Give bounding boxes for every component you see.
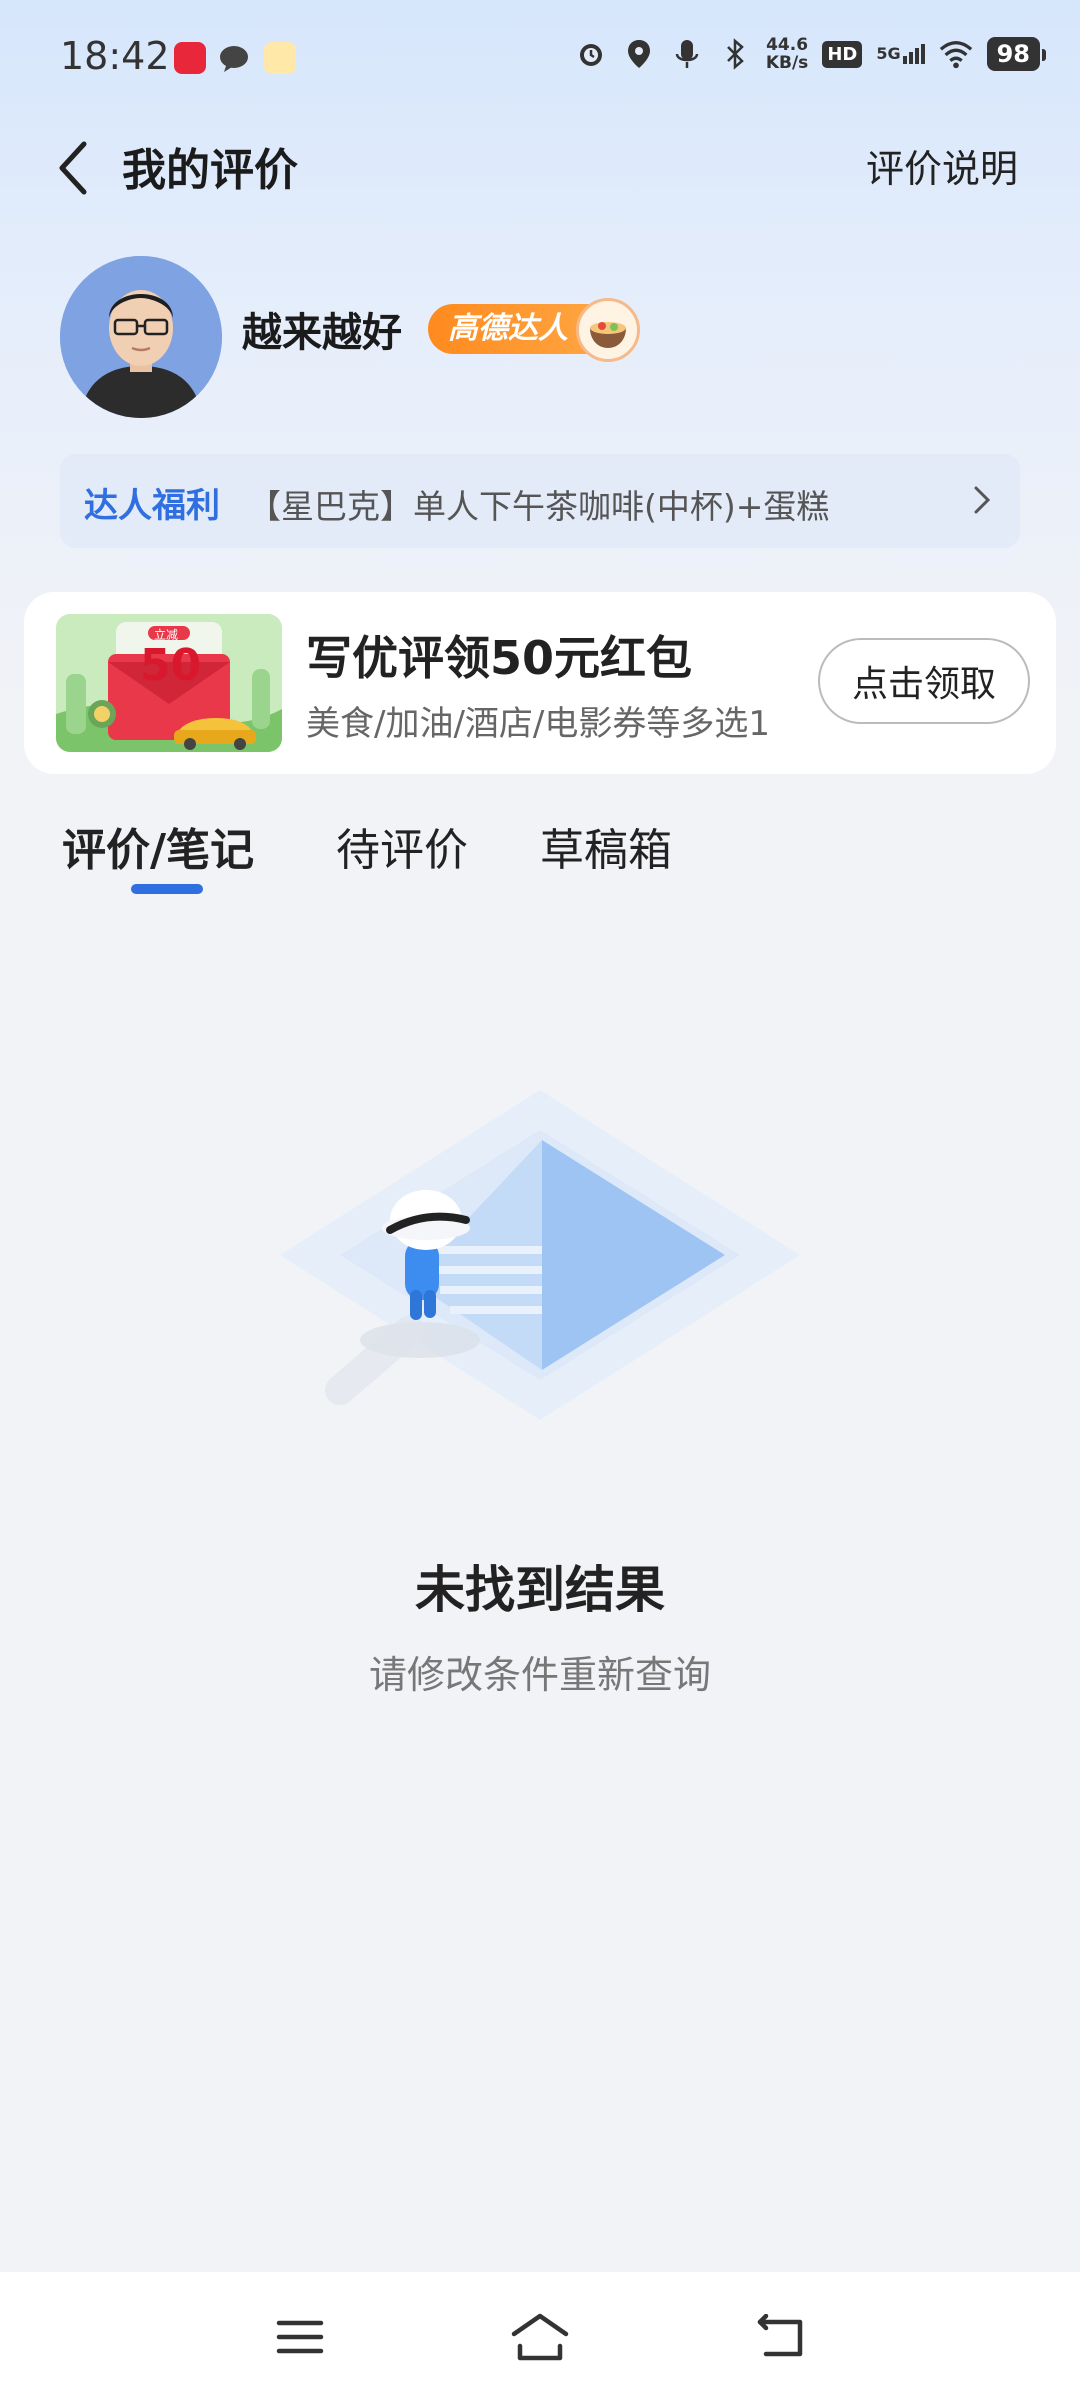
tab-drafts[interactable]: 草稿箱 (540, 814, 672, 878)
tab-pending-review[interactable]: 待评价 (336, 814, 468, 878)
empty-state-title: 未找到结果 (415, 1561, 665, 1619)
menu-icon (276, 2320, 324, 2354)
active-tab-indicator (131, 884, 203, 894)
expert-perk-banner[interactable]: 达人福利 【星巴克】单人下午茶咖啡(中杯)+蛋糕 (60, 454, 1020, 548)
chevron-left-icon (59, 141, 87, 195)
empty-state-illustration (260, 1070, 820, 1440)
signal-5g-icon: 5G (876, 44, 925, 64)
username: 越来越好 (242, 310, 402, 356)
empty-state-subtitle: 请修改条件重新查询 (368, 1653, 711, 1697)
notification-app-icon (174, 42, 206, 74)
claim-button[interactable]: 点击领取 (818, 638, 1030, 724)
status-time: 18:42 (60, 34, 170, 78)
page-title: 我的评价 (122, 145, 298, 196)
back-button[interactable] (44, 128, 104, 208)
red-packet-amount: 50 (140, 640, 202, 691)
noodle-bowl-icon (576, 298, 640, 362)
microphone-icon (670, 37, 704, 71)
network-speed-unit: KB/s (765, 53, 809, 73)
expert-badge-label: 高德达人 (448, 311, 568, 346)
battery-indicator: 98 (986, 37, 1047, 71)
bluetooth-icon (718, 37, 752, 71)
avatar[interactable] (60, 256, 222, 418)
red-packet-image: 立减 50 (56, 614, 282, 752)
chevron-right-icon (974, 486, 991, 514)
network-speed-value: 44.6 (766, 35, 809, 55)
perk-tag: 达人福利 (84, 486, 220, 526)
system-navigation-bar (0, 2272, 1080, 2400)
location-icon (622, 37, 656, 71)
tab-reviews-notes[interactable]: 评价/笔记 (62, 814, 254, 878)
alarm-icon (574, 37, 608, 71)
review-tabs: 评价/笔记 待评价 草稿箱 (0, 800, 1080, 910)
promo-title: 写优评领50元红包 (306, 631, 693, 685)
nav-menu-button[interactable] (260, 2302, 340, 2372)
home-icon (511, 2313, 569, 2361)
nav-back-button[interactable] (740, 2302, 820, 2372)
hd-icon: HD (822, 40, 863, 68)
status-icons: 44.6 KB/s HD 5G 98 (574, 36, 1047, 72)
network-speed: 44.6 KB/s (766, 36, 808, 72)
nav-home-button[interactable] (500, 2302, 580, 2372)
top-nav: 我的评价 评价说明 (0, 120, 1080, 210)
notification-app-icon-2 (264, 42, 296, 74)
signal-label: 5G (876, 44, 901, 63)
return-icon (757, 2314, 803, 2357)
status-bar: 18:42 44.6 KB/s HD 5G 98 (0, 0, 1080, 120)
perk-text: 【星巴克】单人下午茶咖啡(中杯)+蛋糕 (248, 487, 830, 526)
message-notification-icon (218, 42, 250, 74)
review-explanation-link[interactable]: 评价说明 (866, 138, 1018, 193)
wifi-icon (939, 37, 973, 71)
promo-subtitle: 美食/加油/酒店/电影券等多选1 (306, 704, 770, 744)
review-reward-card[interactable]: 立减 50 写优评领50元红包 美食/加油/酒店/电影券等多选1 点击领取 (24, 592, 1056, 774)
expert-badge[interactable]: 高德达人 (428, 298, 640, 362)
